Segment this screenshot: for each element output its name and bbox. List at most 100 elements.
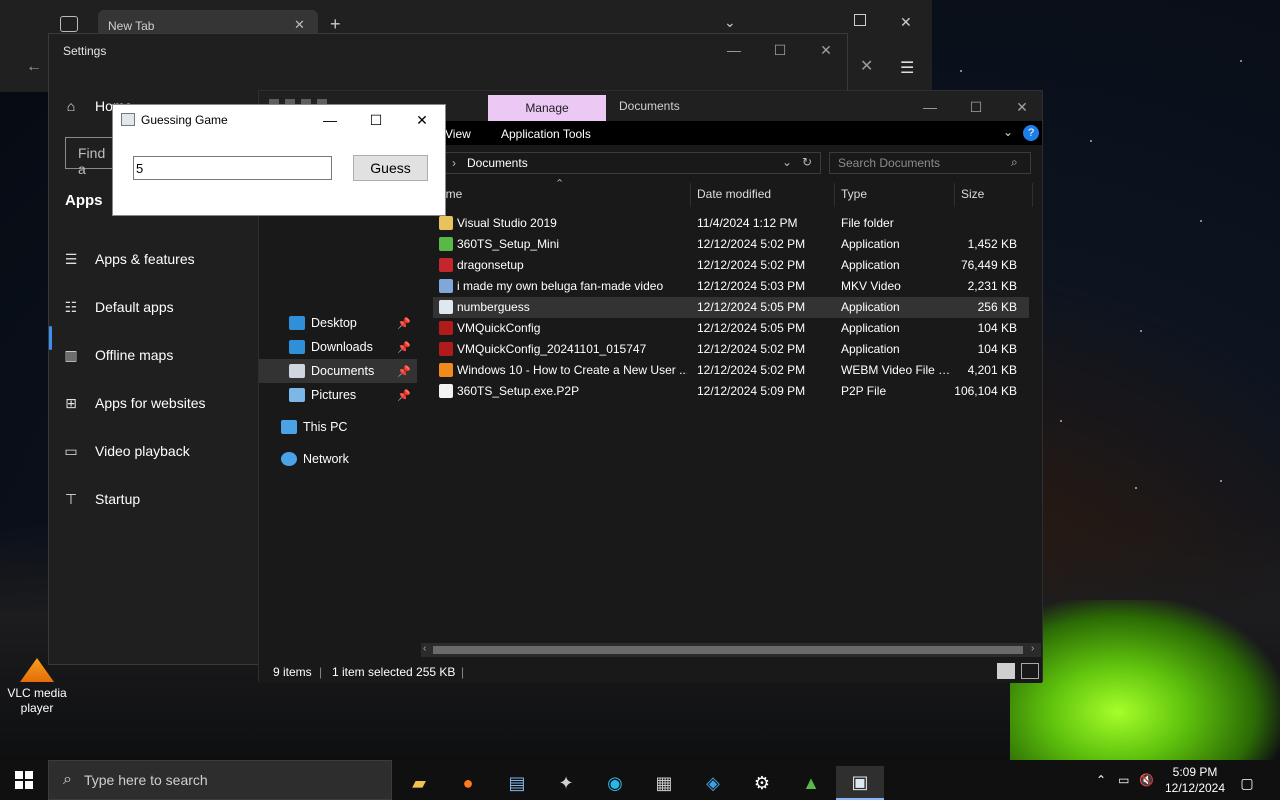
notification-icon[interactable]: ▢ — [1232, 766, 1262, 800]
taskbar-file-explorer[interactable]: ▰ — [395, 766, 443, 800]
column-header-size[interactable]: Size — [955, 183, 1033, 207]
nav-pane-item-desktop[interactable]: Desktop 📌 — [259, 311, 417, 335]
scrollbar-thumb[interactable] — [433, 646, 1023, 654]
ribbon-tab-view[interactable]: View — [445, 127, 471, 141]
ribbon-tab-manage[interactable]: Manage — [488, 95, 606, 121]
tab-actions-icon[interactable] — [60, 16, 78, 32]
taskbar-edge[interactable]: ◉ — [591, 766, 639, 800]
file-date: 12/12/2024 5:02 PM — [697, 258, 806, 272]
back-arrow-icon[interactable]: ← — [26, 58, 42, 76]
help-icon[interactable]: ? — [1023, 125, 1039, 141]
nav-pane-item-network[interactable]: Network — [259, 447, 417, 471]
website-icon: ⊞ — [65, 394, 77, 411]
menu-icon[interactable]: ☰ — [900, 58, 914, 78]
close-icon[interactable]: ✕ — [999, 91, 1045, 123]
file-row[interactable]: dragonsetup 12/12/2024 5:02 PM Application… — [433, 255, 1029, 276]
settings-nav-apps-for-websites[interactable]: ⊞ Apps for websites — [63, 387, 205, 419]
file-size: 104 KB — [977, 321, 1017, 335]
breadcrumb-documents[interactable]: Documents — [467, 156, 528, 170]
maximize-icon[interactable]: ☐ — [757, 34, 803, 66]
pin-icon[interactable]: 📌 — [397, 365, 411, 378]
taskbar-app-4[interactable]: ✦ — [542, 766, 590, 800]
minimize-icon[interactable]: — — [307, 105, 353, 135]
nav-pane-item-downloads[interactable]: Downloads 📌 — [259, 335, 417, 359]
taskbar-app-7[interactable]: ◈ — [689, 766, 737, 800]
close-icon[interactable]: ✕ — [803, 34, 849, 66]
nav-pane-item-this-pc[interactable]: This PC — [259, 415, 417, 439]
settings-nav-video-playback[interactable]: ▭ Video playback — [63, 435, 190, 467]
details-view-icon[interactable] — [997, 663, 1015, 679]
scroll-right-icon[interactable]: › — [1031, 643, 1034, 654]
taskbar-firefox[interactable]: ● — [444, 766, 492, 800]
app-icon: ▤ — [508, 772, 526, 793]
close-icon[interactable]: ✕ — [399, 105, 445, 135]
ribbon-tab-application-tools[interactable]: Application Tools — [501, 127, 591, 141]
scroll-left-icon[interactable]: ‹ — [423, 643, 426, 654]
search-documents-input[interactable]: Search Documents — [829, 152, 1031, 174]
taskbar-search-placeholder: Type here to search — [83, 772, 208, 788]
file-row[interactable]: i made my own beluga fan-made video 12/12… — [433, 276, 1029, 297]
nav-pane-label: Documents — [311, 364, 375, 378]
taskbar-app-9[interactable]: ▲ — [787, 766, 835, 800]
horizontal-scrollbar[interactable]: ‹ › — [421, 643, 1041, 657]
start-button[interactable] — [0, 763, 48, 797]
settings-nav-default-apps[interactable]: ☷ Default apps — [63, 291, 174, 323]
taskbar-clock[interactable]: 5:09 PM 12/12/2024 — [1160, 764, 1230, 796]
column-header-type[interactable]: Type — [835, 183, 955, 207]
file-row[interactable]: Windows 10 - How to Create a New User ..… — [433, 360, 1029, 381]
app-icon: ▦ — [655, 772, 673, 793]
file-size: 76,449 KB — [960, 258, 1017, 272]
map-icon: ▥ — [64, 346, 78, 363]
nav-pane-item-documents[interactable]: Documents 📌 — [259, 359, 417, 383]
desktop-icon-label: VLC media player — [7, 686, 67, 715]
settings-nav-startup[interactable]: ⊤ Startup — [63, 483, 140, 515]
taskbar-search-box[interactable]: ⌕ Type here to search — [48, 760, 392, 800]
pin-icon[interactable]: 📌 — [397, 317, 411, 330]
settings-nav-apps-features[interactable]: ☰ Apps & features — [63, 243, 195, 275]
desktop-icon-vlc[interactable]: VLC media player — [4, 658, 70, 716]
settings-section-title: Apps — [65, 192, 103, 209]
minimize-icon[interactable]: — — [907, 91, 953, 123]
windows-logo-icon — [15, 771, 33, 789]
close-icon[interactable]: ✕ — [860, 56, 873, 76]
file-row[interactable]: 360TS_Setup.exe.P2P 12/12/2024 5:09 PM P2P… — [433, 381, 1029, 402]
new-tab-icon[interactable]: + — [330, 14, 341, 35]
file-row[interactable]: VMQuickConfig 12/12/2024 5:05 PM Applicati… — [433, 318, 1029, 339]
file-name: VMQuickConfig_20241101_015747 — [457, 342, 647, 356]
guess-button[interactable]: Guess — [353, 155, 428, 181]
network-icon[interactable]: ▭ — [1118, 773, 1129, 787]
file-row[interactable]: 360TS_Setup_Mini 12/12/2024 5:02 PM Applic… — [433, 234, 1029, 255]
address-bar[interactable]: › Documents ⌄ ↻ — [431, 152, 821, 174]
settings-nav-offline-maps[interactable]: ▥ Offline maps — [63, 339, 173, 371]
column-header-date[interactable]: Date modified — [691, 183, 835, 207]
file-icon — [439, 321, 453, 335]
file-date: 12/12/2024 5:03 PM — [697, 279, 806, 293]
nav-pane-label: This PC — [303, 420, 348, 434]
nav-pane-item-pictures[interactable]: Pictures 📌 — [259, 383, 417, 407]
pin-icon[interactable]: 📌 — [397, 389, 411, 402]
close-icon[interactable]: ✕ — [900, 14, 912, 31]
taskbar-settings[interactable]: ⚙ — [738, 766, 786, 800]
file-row[interactable]: numberguess 12/12/2024 5:05 PM Application… — [433, 297, 1029, 318]
taskbar-app-3[interactable]: ▤ — [493, 766, 541, 800]
file-row[interactable]: VMQuickConfig_20241101_015747 12/12/2024 … — [433, 339, 1029, 360]
refresh-icon[interactable]: ↻ — [802, 155, 812, 169]
taskbar-app-6[interactable]: ▦ — [640, 766, 688, 800]
maximize-icon[interactable] — [854, 14, 866, 26]
chevron-down-icon[interactable]: ⌄ — [724, 14, 736, 31]
chevron-down-icon[interactable]: ⌄ — [782, 155, 792, 169]
close-tab-icon[interactable]: ✕ — [294, 17, 305, 33]
maximize-icon[interactable]: ☐ — [353, 105, 399, 135]
settings-nav-label: Video playback — [95, 443, 190, 459]
taskbar-numberguess[interactable]: ▣ — [836, 766, 884, 800]
volume-muted-icon[interactable]: 🔇 — [1139, 773, 1154, 787]
large-icons-view-icon[interactable] — [1021, 663, 1039, 679]
chevron-up-icon[interactable]: ⌃ — [1096, 773, 1106, 787]
maximize-icon[interactable]: ☐ — [953, 91, 999, 123]
minimize-icon[interactable]: — — [711, 34, 757, 66]
chevron-down-icon[interactable]: ⌄ — [1003, 125, 1013, 139]
guess-input[interactable] — [133, 156, 332, 180]
star — [960, 70, 962, 72]
file-row[interactable]: Visual Studio 2019 11/4/2024 1:12 PM File … — [433, 213, 1029, 234]
pin-icon[interactable]: 📌 — [397, 341, 411, 354]
